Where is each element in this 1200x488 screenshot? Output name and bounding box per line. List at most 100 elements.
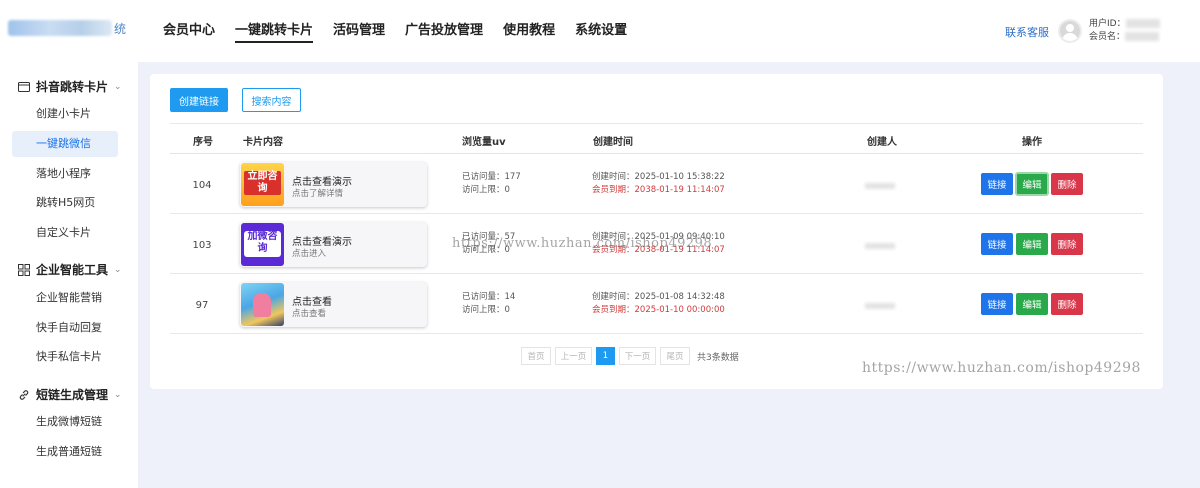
nav-tutorial[interactable]: 使用教程 <box>503 0 555 62</box>
edit-button[interactable]: 编辑 <box>1015 172 1049 196</box>
sidebar-item-jump-wechat[interactable]: 一键跳微信 <box>12 131 118 157</box>
delete-button[interactable]: 删除 <box>1051 173 1083 195</box>
table-row: 97 点击查看 点击查看 已访问量：14 访问上限：0 创建时间：2025-01… <box>170 274 1143 334</box>
masked-creator <box>865 303 895 309</box>
card-title: 点击查看演示 <box>292 177 352 188</box>
sidebar-item-landing-miniprogram[interactable]: 落地小程序 <box>12 161 118 187</box>
nav-live-code[interactable]: 活码管理 <box>333 0 385 62</box>
edit-button[interactable]: 编辑 <box>1016 233 1048 255</box>
header-uv: 浏览量uv <box>462 137 506 148</box>
header-created-time: 创建时间 <box>593 137 633 148</box>
chevron-down-icon: ⌄ <box>114 264 122 275</box>
visit-limit: 访问上限：0 <box>462 245 510 255</box>
chevron-down-icon: ⌄ <box>114 389 122 400</box>
uv-stats: 已访问量：177 访问上限：0 <box>462 171 521 197</box>
edit-button[interactable]: 编辑 <box>1016 293 1048 315</box>
sidebar-group-douyin-card[interactable]: 抖音跳转卡片 ⌄ <box>18 78 122 95</box>
sidebar-group-shortlink[interactable]: 短链生成管理 ⌄ <box>18 386 122 403</box>
created-time: 创建时间：2025-01-08 14:32:48 <box>592 292 725 302</box>
sidebar-item-create-small-card[interactable]: 创建小卡片 <box>12 101 118 127</box>
link-button[interactable]: 链接 <box>981 293 1013 315</box>
card-subtitle: 点击查看 <box>292 309 327 319</box>
row-actions: 链接 编辑 删除 <box>981 172 1086 196</box>
card-preview[interactable]: 立即咨询 点击查看演示 点击了解详情 <box>240 162 427 207</box>
next-page-button[interactable]: 下一页 <box>619 347 656 365</box>
sidebar-group-label: 短链生成管理 <box>36 388 109 402</box>
sidebar-group-label: 抖音跳转卡片 <box>36 80 109 94</box>
sidebar-item-enterprise-marketing[interactable]: 企业智能营销 <box>12 285 118 311</box>
member-expire: 会员到期：2038-01-19 11:14:07 <box>592 245 725 255</box>
member-name-label: 会员名： <box>1089 32 1126 42</box>
card-subtitle: 点击了解详情 <box>292 189 344 199</box>
create-link-button[interactable]: 创建链接 <box>170 88 228 112</box>
page-1-button[interactable]: 1 <box>596 347 615 365</box>
time-info: 创建时间：2025-01-08 14:32:48 会员到期：2025-01-10… <box>592 291 725 317</box>
sidebar-item-weibo-shortlink[interactable]: 生成微博短链 <box>12 409 118 435</box>
masked-creator <box>865 183 895 189</box>
top-header: 统 会员中心 一键跳转卡片 活码管理 广告投放管理 使用教程 系统设置 联系客服… <box>0 0 1200 62</box>
header-card-content: 卡片内容 <box>243 137 283 148</box>
card-preview[interactable]: 点击查看 点击查看 <box>240 282 427 327</box>
member-expire: 会员到期：2038-01-19 11:14:07 <box>592 185 725 195</box>
uv-stats: 已访问量：57 访问上限：0 <box>462 231 515 257</box>
sidebar-item-jump-h5[interactable]: 跳转H5网页 <box>12 190 118 216</box>
card-icon <box>18 81 30 92</box>
card-thumbnail <box>241 283 284 326</box>
sidebar-item-custom-card[interactable]: 自定义卡片 <box>12 220 118 246</box>
delete-button[interactable]: 删除 <box>1051 233 1083 255</box>
link-button[interactable]: 链接 <box>981 233 1013 255</box>
table-row: 103 加微咨询 点击查看演示 点击进入 已访问量：57 访问上限：0 创建时间… <box>170 214 1143 274</box>
sidebar-group-label: 企业智能工具 <box>36 263 109 277</box>
last-page-button[interactable]: 尾页 <box>660 347 690 365</box>
nav-system-settings[interactable]: 系统设置 <box>575 0 627 62</box>
sidebar-item-kuaishou-auto-reply[interactable]: 快手自动回复 <box>12 315 118 341</box>
header-creator: 创建人 <box>867 137 897 148</box>
table-row: 104 立即咨询 点击查看演示 点击了解详情 已访问量：177 访问上限：0 创… <box>170 154 1143 214</box>
visit-count: 已访问量：177 <box>462 172 521 182</box>
thumbnail-figure <box>253 293 271 317</box>
search-content-button[interactable]: 搜索内容 <box>242 88 301 112</box>
sidebar-group-enterprise-tools[interactable]: 企业智能工具 ⌄ <box>18 261 122 278</box>
grid-icon <box>18 263 30 276</box>
card-thumbnail: 立即咨询 <box>241 163 284 206</box>
main-nav: 会员中心 一键跳转卡片 活码管理 广告投放管理 使用教程 系统设置 <box>163 0 647 62</box>
card-thumbnail: 加微咨询 <box>241 223 284 266</box>
link-icon <box>19 389 29 400</box>
first-page-button[interactable]: 首页 <box>521 347 551 365</box>
card-subtitle: 点击进入 <box>292 249 327 259</box>
visit-count: 已访问量：57 <box>462 232 516 242</box>
time-info: 创建时间：2025-01-10 15:38:22 会员到期：2038-01-19… <box>592 171 725 197</box>
created-time: 创建时间：2025-01-09 09:40:10 <box>592 232 725 242</box>
thumbnail-label: 立即咨询 <box>244 171 281 195</box>
created-time: 创建时间：2025-01-10 15:38:22 <box>592 172 725 182</box>
table-header: 序号 卡片内容 浏览量uv 创建时间 创建人 操作 <box>170 123 1143 154</box>
masked-user-id <box>1125 19 1160 28</box>
visit-count: 已访问量：14 <box>462 292 516 302</box>
sidebar-item-normal-shortlink[interactable]: 生成普通短链 <box>12 439 118 465</box>
card-preview[interactable]: 加微咨询 点击查看演示 点击进入 <box>240 222 427 267</box>
nav-one-click-jump-card[interactable]: 一键跳转卡片 <box>235 0 314 62</box>
sidebar-item-kuaishou-dm-card[interactable]: 快手私信卡片 <box>12 344 118 370</box>
nav-ad-management[interactable]: 广告投放管理 <box>405 0 483 62</box>
row-id: 104 <box>192 180 212 191</box>
row-actions: 链接 编辑 删除 <box>981 293 1086 315</box>
time-info: 创建时间：2025-01-09 09:40:10 会员到期：2038-01-19… <box>592 231 725 257</box>
card-title: 点击查看 <box>292 297 332 308</box>
pagination: 首页 上一页 1 下一页 尾页 共3条数据 <box>521 347 739 365</box>
contact-support-link[interactable]: 联系客服 <box>1005 24 1049 40</box>
prev-page-button[interactable]: 上一页 <box>555 347 592 365</box>
total-count: 共3条数据 <box>697 352 739 363</box>
uv-stats: 已访问量：14 访问上限：0 <box>462 291 515 317</box>
link-button[interactable]: 链接 <box>981 173 1013 195</box>
nav-member-center[interactable]: 会员中心 <box>163 0 215 62</box>
masked-member-name <box>1125 32 1160 41</box>
delete-button[interactable]: 删除 <box>1051 293 1083 315</box>
sidebar: 抖音跳转卡片 ⌄ 创建小卡片 一键跳微信 落地小程序 跳转H5网页 自定义卡片 … <box>0 62 138 488</box>
chevron-down-icon: ⌄ <box>114 81 122 92</box>
user-info: 用户ID： 会员名： <box>1089 18 1160 44</box>
logo[interactable]: 统 <box>8 18 126 38</box>
avatar[interactable] <box>1058 19 1082 43</box>
blurred-logo <box>8 20 112 36</box>
content-card: 创建链接 搜索内容 序号 卡片内容 浏览量uv 创建时间 创建人 操作 104 … <box>150 74 1163 389</box>
logo-text: 统 <box>114 21 127 36</box>
